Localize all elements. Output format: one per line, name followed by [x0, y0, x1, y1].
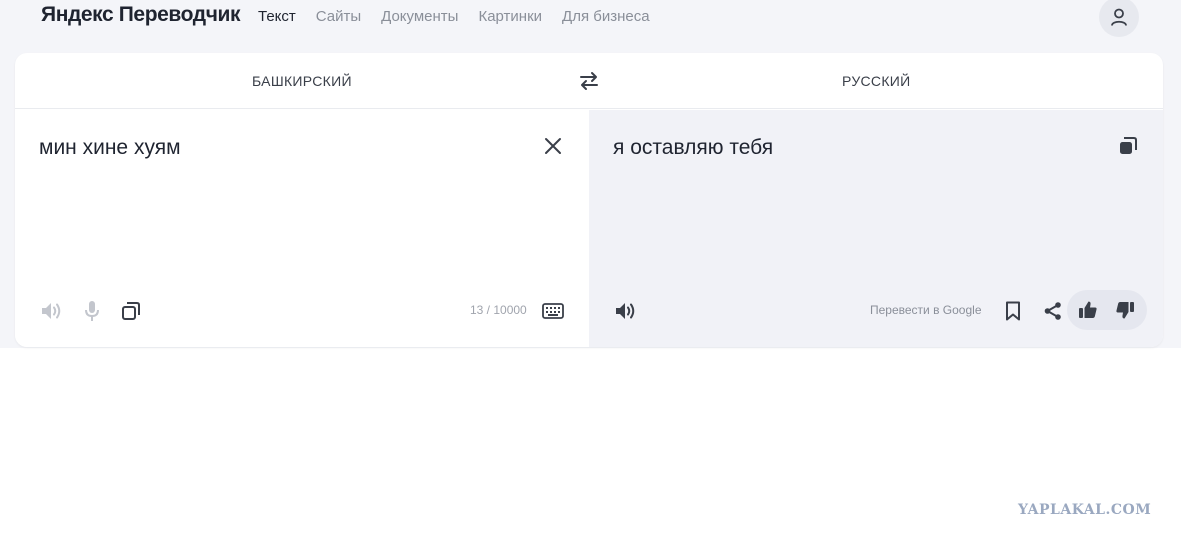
share-icon	[1044, 302, 1061, 320]
header: Яндекс Переводчик Текст Сайты Документы …	[0, 0, 1181, 37]
like-button[interactable]	[1077, 299, 1099, 321]
keyboard-icon	[542, 303, 564, 319]
translate-in-google-link[interactable]: Перевести в Google	[870, 303, 982, 317]
logo[interactable]: Яндекс Переводчик	[41, 3, 241, 27]
microphone-icon	[85, 301, 99, 321]
feedback-group	[1067, 290, 1147, 330]
translation-output: я оставляю тебя	[613, 136, 774, 159]
swap-arrows-icon[interactable]	[578, 70, 600, 92]
bookmark-button[interactable]	[1002, 298, 1024, 324]
target-language-select[interactable]: РУССКИЙ	[842, 73, 911, 89]
speaker-icon	[42, 303, 61, 319]
user-avatar-button[interactable]	[1099, 0, 1139, 37]
main-nav: Текст Сайты Документы Картинки Для бизне…	[258, 8, 650, 25]
nav-tab-sites[interactable]: Сайты	[316, 8, 361, 25]
watermark: YAPLAKAL.COM	[1018, 502, 1152, 518]
language-bar: БАШКИРСКИЙ РУССКИЙ	[15, 53, 1163, 109]
clear-button[interactable]	[542, 135, 564, 157]
copy-icon	[122, 302, 140, 320]
source-speak-button[interactable]	[39, 298, 65, 324]
nav-tab-documents[interactable]: Документы	[381, 8, 458, 25]
share-button[interactable]	[1041, 298, 1065, 324]
translator-card: БАШКИРСКИЙ РУССКИЙ мин хине хуям 13 / 10…	[15, 53, 1163, 347]
result-speak-button[interactable]	[613, 298, 639, 324]
nav-tab-text[interactable]: Текст	[258, 8, 296, 25]
result-copy-button[interactable]	[1117, 135, 1139, 157]
source-language-select[interactable]: БАШКИРСКИЙ	[252, 73, 352, 89]
thumbs-down-icon	[1116, 302, 1134, 319]
dislike-button[interactable]	[1114, 299, 1136, 321]
nav-tab-images[interactable]: Картинки	[478, 8, 542, 25]
bookmark-icon	[1006, 301, 1020, 321]
thumbs-up-icon	[1079, 301, 1097, 318]
close-icon	[545, 138, 561, 154]
source-text-input[interactable]: мин хине хуям	[39, 136, 181, 160]
source-copy-button[interactable]	[119, 298, 143, 324]
nav-tab-business[interactable]: Для бизнеса	[562, 8, 650, 25]
source-pane: мин хине хуям 13 / 10000	[15, 110, 589, 347]
copy-icon	[1120, 137, 1137, 154]
speaker-icon	[616, 303, 635, 319]
user-icon	[1111, 8, 1127, 26]
virtual-keyboard-button[interactable]	[541, 300, 565, 322]
character-counter: 13 / 10000	[470, 303, 527, 317]
microphone-button[interactable]	[81, 298, 103, 324]
result-pane: я оставляю тебя Перевести в Google	[589, 110, 1163, 347]
